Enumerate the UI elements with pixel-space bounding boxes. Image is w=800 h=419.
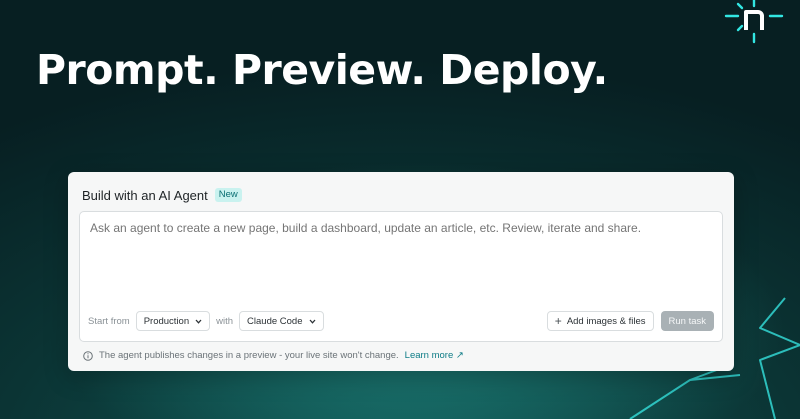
prompt-input[interactable] xyxy=(90,221,710,235)
start-from-label: Start from xyxy=(88,315,130,327)
page-headline: Prompt. Preview. Deploy. xyxy=(36,46,608,94)
run-task-button[interactable]: Run task xyxy=(660,311,714,331)
chevron-down-icon xyxy=(195,319,202,324)
learn-more-link[interactable]: Learn more ↗ xyxy=(405,350,464,361)
agent-select-value: Claude Code xyxy=(247,315,303,327)
new-badge: New xyxy=(214,188,242,202)
add-images-files-button[interactable]: + Add images & files xyxy=(546,311,654,331)
info-icon xyxy=(83,350,93,361)
plus-icon: + xyxy=(554,314,562,328)
netlify-logo-icon xyxy=(724,0,784,44)
environment-select[interactable]: Production xyxy=(135,311,211,331)
with-label: with xyxy=(216,315,234,327)
source-controls: Start from Production with Claude Code xyxy=(88,310,324,332)
agent-select[interactable]: Claude Code xyxy=(239,311,324,331)
add-images-files-label: Add images & files xyxy=(566,315,646,327)
prompt-box[interactable]: Start from Production with Claude Code +… xyxy=(79,211,723,342)
environment-select-value: Production xyxy=(143,315,190,327)
action-controls: + Add images & files Run task xyxy=(546,310,714,332)
chevron-down-icon xyxy=(309,319,315,324)
preview-note: The agent publishes changes in a preview… xyxy=(83,350,464,361)
ai-agent-card: Build with an AI Agent New Start from Pr… xyxy=(68,172,734,371)
card-title: Build with an AI Agent xyxy=(82,187,208,203)
card-header: Build with an AI Agent New xyxy=(82,186,242,204)
preview-note-text: The agent publishes changes in a preview… xyxy=(99,350,399,361)
